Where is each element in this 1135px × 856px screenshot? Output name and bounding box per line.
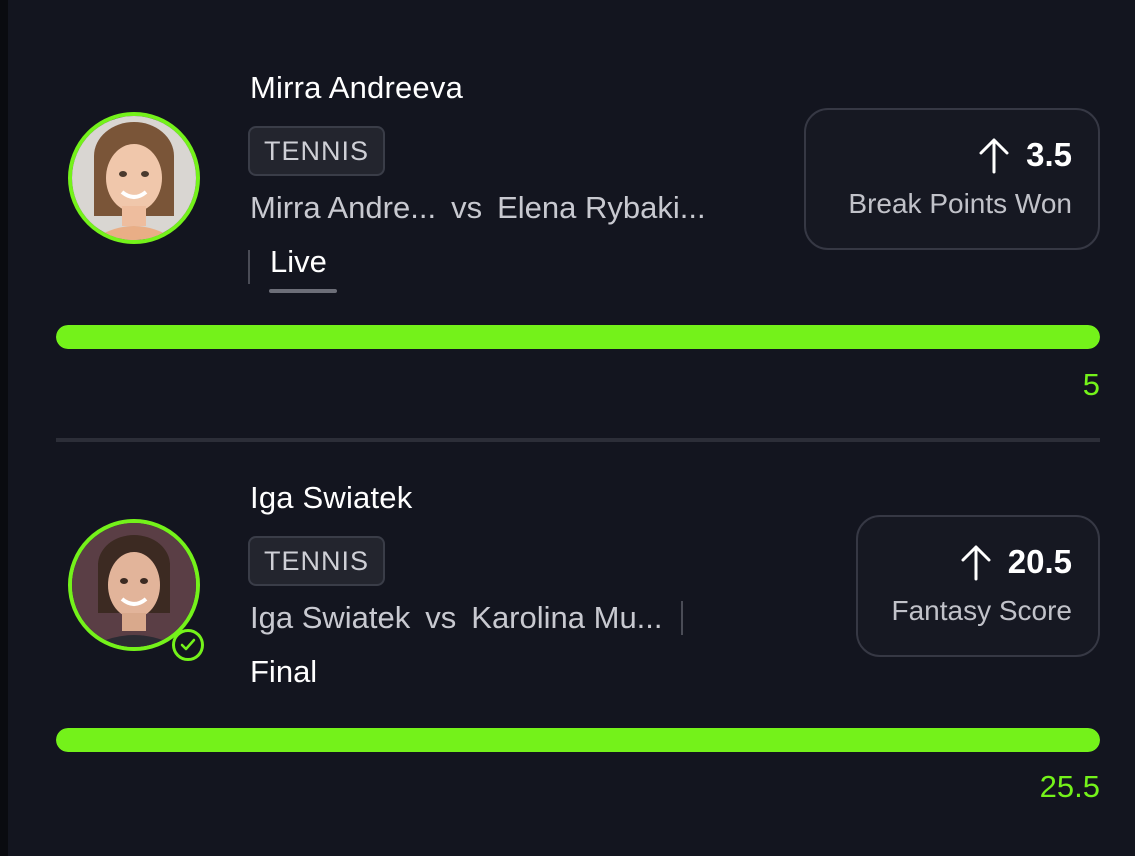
line-value: 20.5 bbox=[1007, 543, 1072, 580]
projection-line: 20.5 bbox=[960, 543, 1072, 581]
vs-label: vs bbox=[451, 190, 483, 225]
progress-fill bbox=[56, 325, 1100, 349]
home-player: Iga Swiatek bbox=[250, 600, 411, 635]
arrow-up-icon bbox=[961, 545, 991, 581]
player-name: Iga Swiatek bbox=[250, 480, 413, 515]
progress-fill bbox=[56, 728, 1100, 752]
vs-label: vs bbox=[425, 600, 457, 635]
status-divider bbox=[680, 601, 683, 635]
player-avatar bbox=[68, 519, 204, 661]
progress-bar bbox=[56, 325, 1100, 349]
projection-box[interactable]: 3.5 Break Points Won bbox=[804, 108, 1100, 250]
projection-box[interactable]: 20.5 Fantasy Score bbox=[856, 515, 1100, 657]
matchup: Mirra Andre... vs Elena Rybaki... bbox=[250, 188, 706, 228]
arrow-up-icon bbox=[979, 138, 1009, 174]
status-underline bbox=[269, 289, 337, 293]
pick-card[interactable]: Iga Swiatek TENNIS Iga Swiatek vs Karoli… bbox=[56, 441, 1100, 856]
status-divider bbox=[248, 250, 250, 284]
progress-bar bbox=[56, 728, 1100, 752]
game-status: Final bbox=[250, 654, 318, 689]
away-player: Elena Rybaki... bbox=[497, 190, 706, 225]
check-icon bbox=[172, 629, 204, 661]
projection-line: 3.5 bbox=[978, 136, 1072, 174]
stat-type: Break Points Won bbox=[848, 188, 1072, 219]
away-player: Karolina Mu... bbox=[471, 600, 663, 635]
player-name: Mirra Andreeva bbox=[250, 70, 464, 105]
home-player: Mirra Andre... bbox=[250, 190, 437, 225]
screen-edge bbox=[0, 0, 8, 856]
stat-type: Fantasy Score bbox=[891, 595, 1072, 626]
player-avatar bbox=[68, 112, 200, 244]
matchup: Iga Swiatek vs Karolina Mu... bbox=[250, 598, 683, 638]
line-value: 3.5 bbox=[1026, 136, 1072, 173]
pick-card[interactable]: Mirra Andreeva TENNIS Mirra Andre... vs … bbox=[56, 0, 1100, 440]
current-value: 25.5 bbox=[1039, 769, 1100, 804]
sport-badge: TENNIS bbox=[248, 536, 386, 586]
game-status: Live bbox=[270, 244, 327, 279]
current-value: 5 bbox=[1082, 367, 1100, 402]
sport-badge: TENNIS bbox=[248, 126, 386, 176]
avatar-image bbox=[68, 112, 200, 244]
